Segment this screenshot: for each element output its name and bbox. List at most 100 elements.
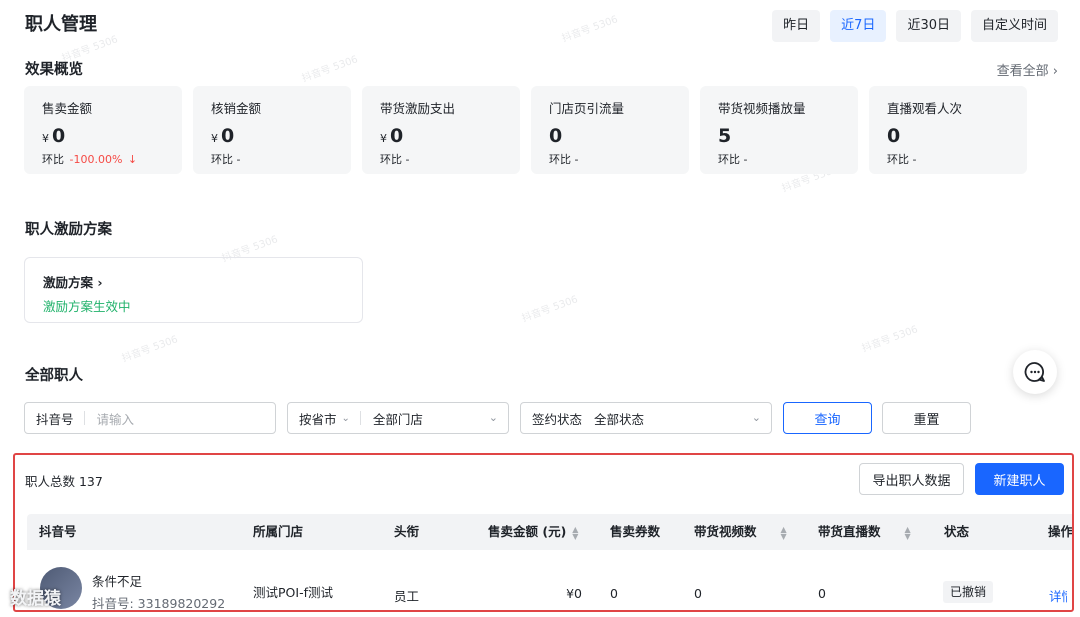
column-header-status: 状态	[944, 524, 970, 539]
column-header-title: 头衔	[394, 524, 420, 539]
douyin-id-input[interactable]: 请输入	[97, 409, 135, 428]
metric-card-store-traffic[interactable]: 门店页引流量 0 环比 -	[531, 86, 689, 174]
column-header-sales-amount[interactable]: 售卖金额 (元) ▲ ▼	[488, 514, 578, 550]
incentive-plan-link[interactable]: 激励方案 ›	[43, 272, 344, 291]
watermark-text: 抖音号 5306	[120, 334, 180, 365]
metric-comparison: 环比 -	[887, 151, 1027, 167]
douyin-id-filter[interactable]: 抖音号 请输入	[24, 402, 276, 434]
staff-sales-amount: ¥0	[566, 586, 582, 601]
region-select[interactable]: 按省市	[288, 409, 337, 428]
watermark-text: 抖音号 5306	[560, 14, 620, 45]
currency-symbol: ¥	[211, 132, 218, 145]
metric-comparison: 环比 -	[380, 151, 520, 167]
column-header-label: 售卖金额 (元)	[488, 524, 567, 539]
metric-card-sales-amount[interactable]: 售卖金额 ¥0 环比 -100.00% ↓	[24, 86, 182, 174]
metric-card-live-viewers[interactable]: 直播观看人次 0 环比 -	[869, 86, 1027, 174]
metric-number: 0	[52, 125, 66, 147]
sign-status-filter[interactable]: 签约状态 全部状态 ⌄	[520, 402, 772, 434]
comparison-value: -	[574, 153, 579, 166]
table-header: 抖音号 所属门店 头衔 售卖金额 (元) ▲ ▼ 售卖券数 带货视频数 ▲ ▼ 带货直播…	[27, 514, 1072, 550]
metric-number: 0	[549, 125, 563, 147]
view-all-link[interactable]: 查看全部 ›	[997, 60, 1058, 79]
export-staff-button[interactable]: 导出职人数据	[859, 463, 964, 495]
metric-comparison: 环比 -100.00% ↓	[42, 151, 182, 167]
logo-text: 数据猿	[10, 589, 61, 609]
metric-label: 带货激励支出	[380, 101, 456, 116]
column-header-videos[interactable]: 带货视频数 ▲ ▼	[694, 514, 787, 550]
total-staff-count: 职人总数 137	[25, 474, 103, 489]
filter-label: 签约状态	[532, 411, 583, 427]
sort-icon[interactable]: ▲ ▼	[905, 525, 911, 540]
comparison-value: -	[405, 153, 410, 166]
chevron-down-icon: ⌄	[751, 411, 761, 424]
date-tab-custom[interactable]: 自定义时间	[970, 10, 1058, 42]
sign-status-select[interactable]: 全部状态	[594, 409, 644, 428]
reset-button[interactable]: 重置	[882, 402, 971, 434]
metric-label: 带货视频播放量	[718, 101, 806, 116]
currency-symbol: ¥	[380, 132, 387, 145]
detail-link[interactable]: 详情	[1049, 586, 1067, 605]
currency-symbol: ¥	[42, 132, 49, 145]
date-range-tabs: 昨日 近7日 近30日 自定义时间	[772, 10, 1058, 42]
comparison-value: -	[912, 153, 917, 166]
status-badge: 已撤销	[943, 581, 994, 603]
metric-card-incentive-expense[interactable]: 带货激励支出 ¥0 环比 -	[362, 86, 520, 174]
overview-section-title: 效果概览	[25, 62, 83, 78]
incentive-section-title: 职人激励方案	[25, 222, 112, 238]
chevron-down-icon: ⌄	[341, 412, 350, 424]
filter-divider	[83, 411, 85, 425]
staff-douyin-id: 抖音号: 33189820292	[92, 596, 226, 611]
comparison-label: 环比	[211, 153, 233, 166]
query-button[interactable]: 查询	[783, 402, 872, 434]
metric-label: 核销金额	[211, 101, 262, 116]
metric-comparison: 环比 -	[718, 151, 858, 167]
staff-section-title: 全部职人	[25, 368, 83, 384]
column-header-douyin-id: 抖音号	[39, 524, 77, 539]
date-tab-yesterday[interactable]: 昨日	[772, 10, 821, 42]
metric-value: 0	[887, 125, 1027, 147]
comparison-label: 环比	[887, 153, 909, 166]
metric-comparison: 环比 -	[549, 151, 689, 167]
chevron-down-icon: ⌄	[488, 411, 498, 424]
incentive-plan-card[interactable]: 激励方案 › 激励方案生效中	[24, 257, 363, 323]
metric-label: 售卖金额	[42, 101, 93, 116]
metric-value: ¥0	[211, 125, 351, 147]
column-header-sales-coupons: 售卖券数	[610, 524, 661, 539]
date-tab-7-days[interactable]: 近7日	[830, 10, 887, 42]
sort-icon[interactable]: ▲ ▼	[572, 525, 578, 540]
incentive-plan-status: 激励方案生效中	[43, 299, 131, 314]
metric-label: 门店页引流量	[549, 101, 625, 116]
comparison-label: 环比	[380, 153, 402, 166]
page-title: 职人管理	[25, 14, 97, 35]
staff-name: 条件不足	[92, 574, 143, 589]
comparison-label: 环比	[718, 153, 740, 166]
metric-value: ¥0	[42, 125, 182, 147]
store-filter[interactable]: 按省市 ⌄ 全部门店 ⌄	[287, 402, 509, 434]
metric-number: 5	[718, 125, 732, 147]
staff-videos: 0	[694, 586, 702, 601]
column-header-lives[interactable]: 带货直播数 ▲ ▼	[818, 514, 911, 550]
comparison-value: -	[236, 153, 241, 166]
staff-store: 测试POI-f测试	[253, 585, 333, 600]
watermark-text: 抖音号 5306	[300, 54, 360, 85]
filter-divider	[359, 411, 361, 425]
column-header-label: 带货直播数	[818, 524, 881, 539]
metric-value: 0	[549, 125, 689, 147]
comparison-value: -	[743, 153, 748, 166]
chat-bubble-icon	[1024, 362, 1045, 382]
store-select[interactable]: 全部门店	[373, 409, 423, 428]
watermark-text: 抖音号 5306	[520, 294, 580, 325]
watermark-logo: 数据猿	[10, 584, 61, 609]
customer-service-button[interactable]	[1013, 350, 1057, 394]
column-header-action: 操作	[1048, 524, 1072, 539]
metric-card-video-plays[interactable]: 带货视频播放量 5 环比 -	[700, 86, 858, 174]
new-staff-button[interactable]: 新建职人	[975, 463, 1064, 495]
filter-label: 抖音号	[36, 411, 74, 427]
date-tab-30-days[interactable]: 近30日	[896, 10, 961, 42]
metric-card-redeemed-amount[interactable]: 核销金额 ¥0 环比 -	[193, 86, 351, 174]
column-header-store: 所属门店	[253, 524, 304, 539]
staff-lives: 0	[818, 586, 826, 601]
metric-cards: 售卖金额 ¥0 环比 -100.00% ↓ 核销金额 ¥0 环比 - 带货激励支…	[24, 86, 1027, 174]
comparison-label: 环比	[42, 153, 64, 166]
sort-icon[interactable]: ▲ ▼	[781, 525, 787, 540]
